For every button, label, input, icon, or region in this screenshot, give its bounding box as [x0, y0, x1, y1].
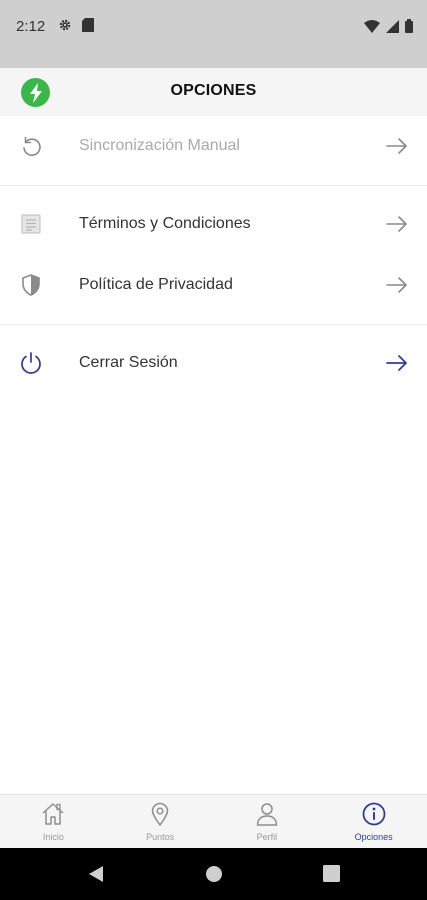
- arrow-right-icon: [385, 134, 409, 158]
- arrow-right-icon: [385, 212, 409, 236]
- menu-item-terminos[interactable]: Términos y Condiciones: [0, 194, 427, 254]
- menu-item-sincronizacion[interactable]: Sincronización Manual: [0, 116, 427, 176]
- menu-item-label: Sincronización Manual: [79, 137, 240, 154]
- sim-card-icon: [82, 18, 94, 37]
- nav-label: Perfil: [256, 832, 278, 842]
- status-time: 2:12: [16, 18, 46, 35]
- menu-item-label: Cerrar Sesión: [79, 354, 178, 371]
- bottom-nav: Inicio Puntos Perfil Opciones: [0, 794, 427, 848]
- menu-item-politica[interactable]: Política de Privacidad: [0, 255, 427, 315]
- location-pin-icon: [147, 801, 173, 827]
- recents-icon[interactable]: [323, 865, 340, 887]
- nav-item-perfil[interactable]: Perfil: [214, 795, 321, 848]
- status-bar: 2:12: [0, 0, 427, 68]
- arrow-right-icon: [385, 273, 409, 297]
- home-icon: [40, 801, 66, 827]
- info-icon: [361, 801, 387, 827]
- divider: [0, 185, 427, 186]
- menu-item-label: Términos y Condiciones: [79, 215, 251, 232]
- arrow-right-icon: [385, 351, 409, 375]
- nav-label: Puntos: [146, 832, 175, 842]
- wifi-icon: [364, 19, 380, 38]
- nav-label: Inicio: [42, 832, 64, 842]
- page-title: OPCIONES: [170, 82, 257, 99]
- system-nav-bar: [0, 848, 427, 900]
- back-icon[interactable]: [88, 865, 104, 888]
- nav-item-opciones[interactable]: Opciones: [320, 795, 427, 848]
- divider: [0, 324, 427, 325]
- shield-icon: [18, 272, 44, 298]
- battery-icon: [405, 19, 413, 38]
- signal-icon: [386, 19, 399, 38]
- app-header: OPCIONES: [0, 68, 427, 116]
- settings-icon: [58, 18, 72, 37]
- nav-item-inicio[interactable]: Inicio: [0, 795, 107, 848]
- power-icon: [18, 350, 44, 376]
- document-icon: [18, 211, 44, 237]
- nav-label: Opciones: [354, 832, 393, 842]
- home-button-icon[interactable]: [205, 865, 223, 888]
- sync-icon: [18, 133, 44, 159]
- menu-item-cerrar-sesion[interactable]: Cerrar Sesión: [0, 333, 427, 393]
- menu-item-label: Política de Privacidad: [79, 276, 233, 293]
- nav-item-puntos[interactable]: Puntos: [107, 795, 214, 848]
- person-icon: [254, 801, 280, 827]
